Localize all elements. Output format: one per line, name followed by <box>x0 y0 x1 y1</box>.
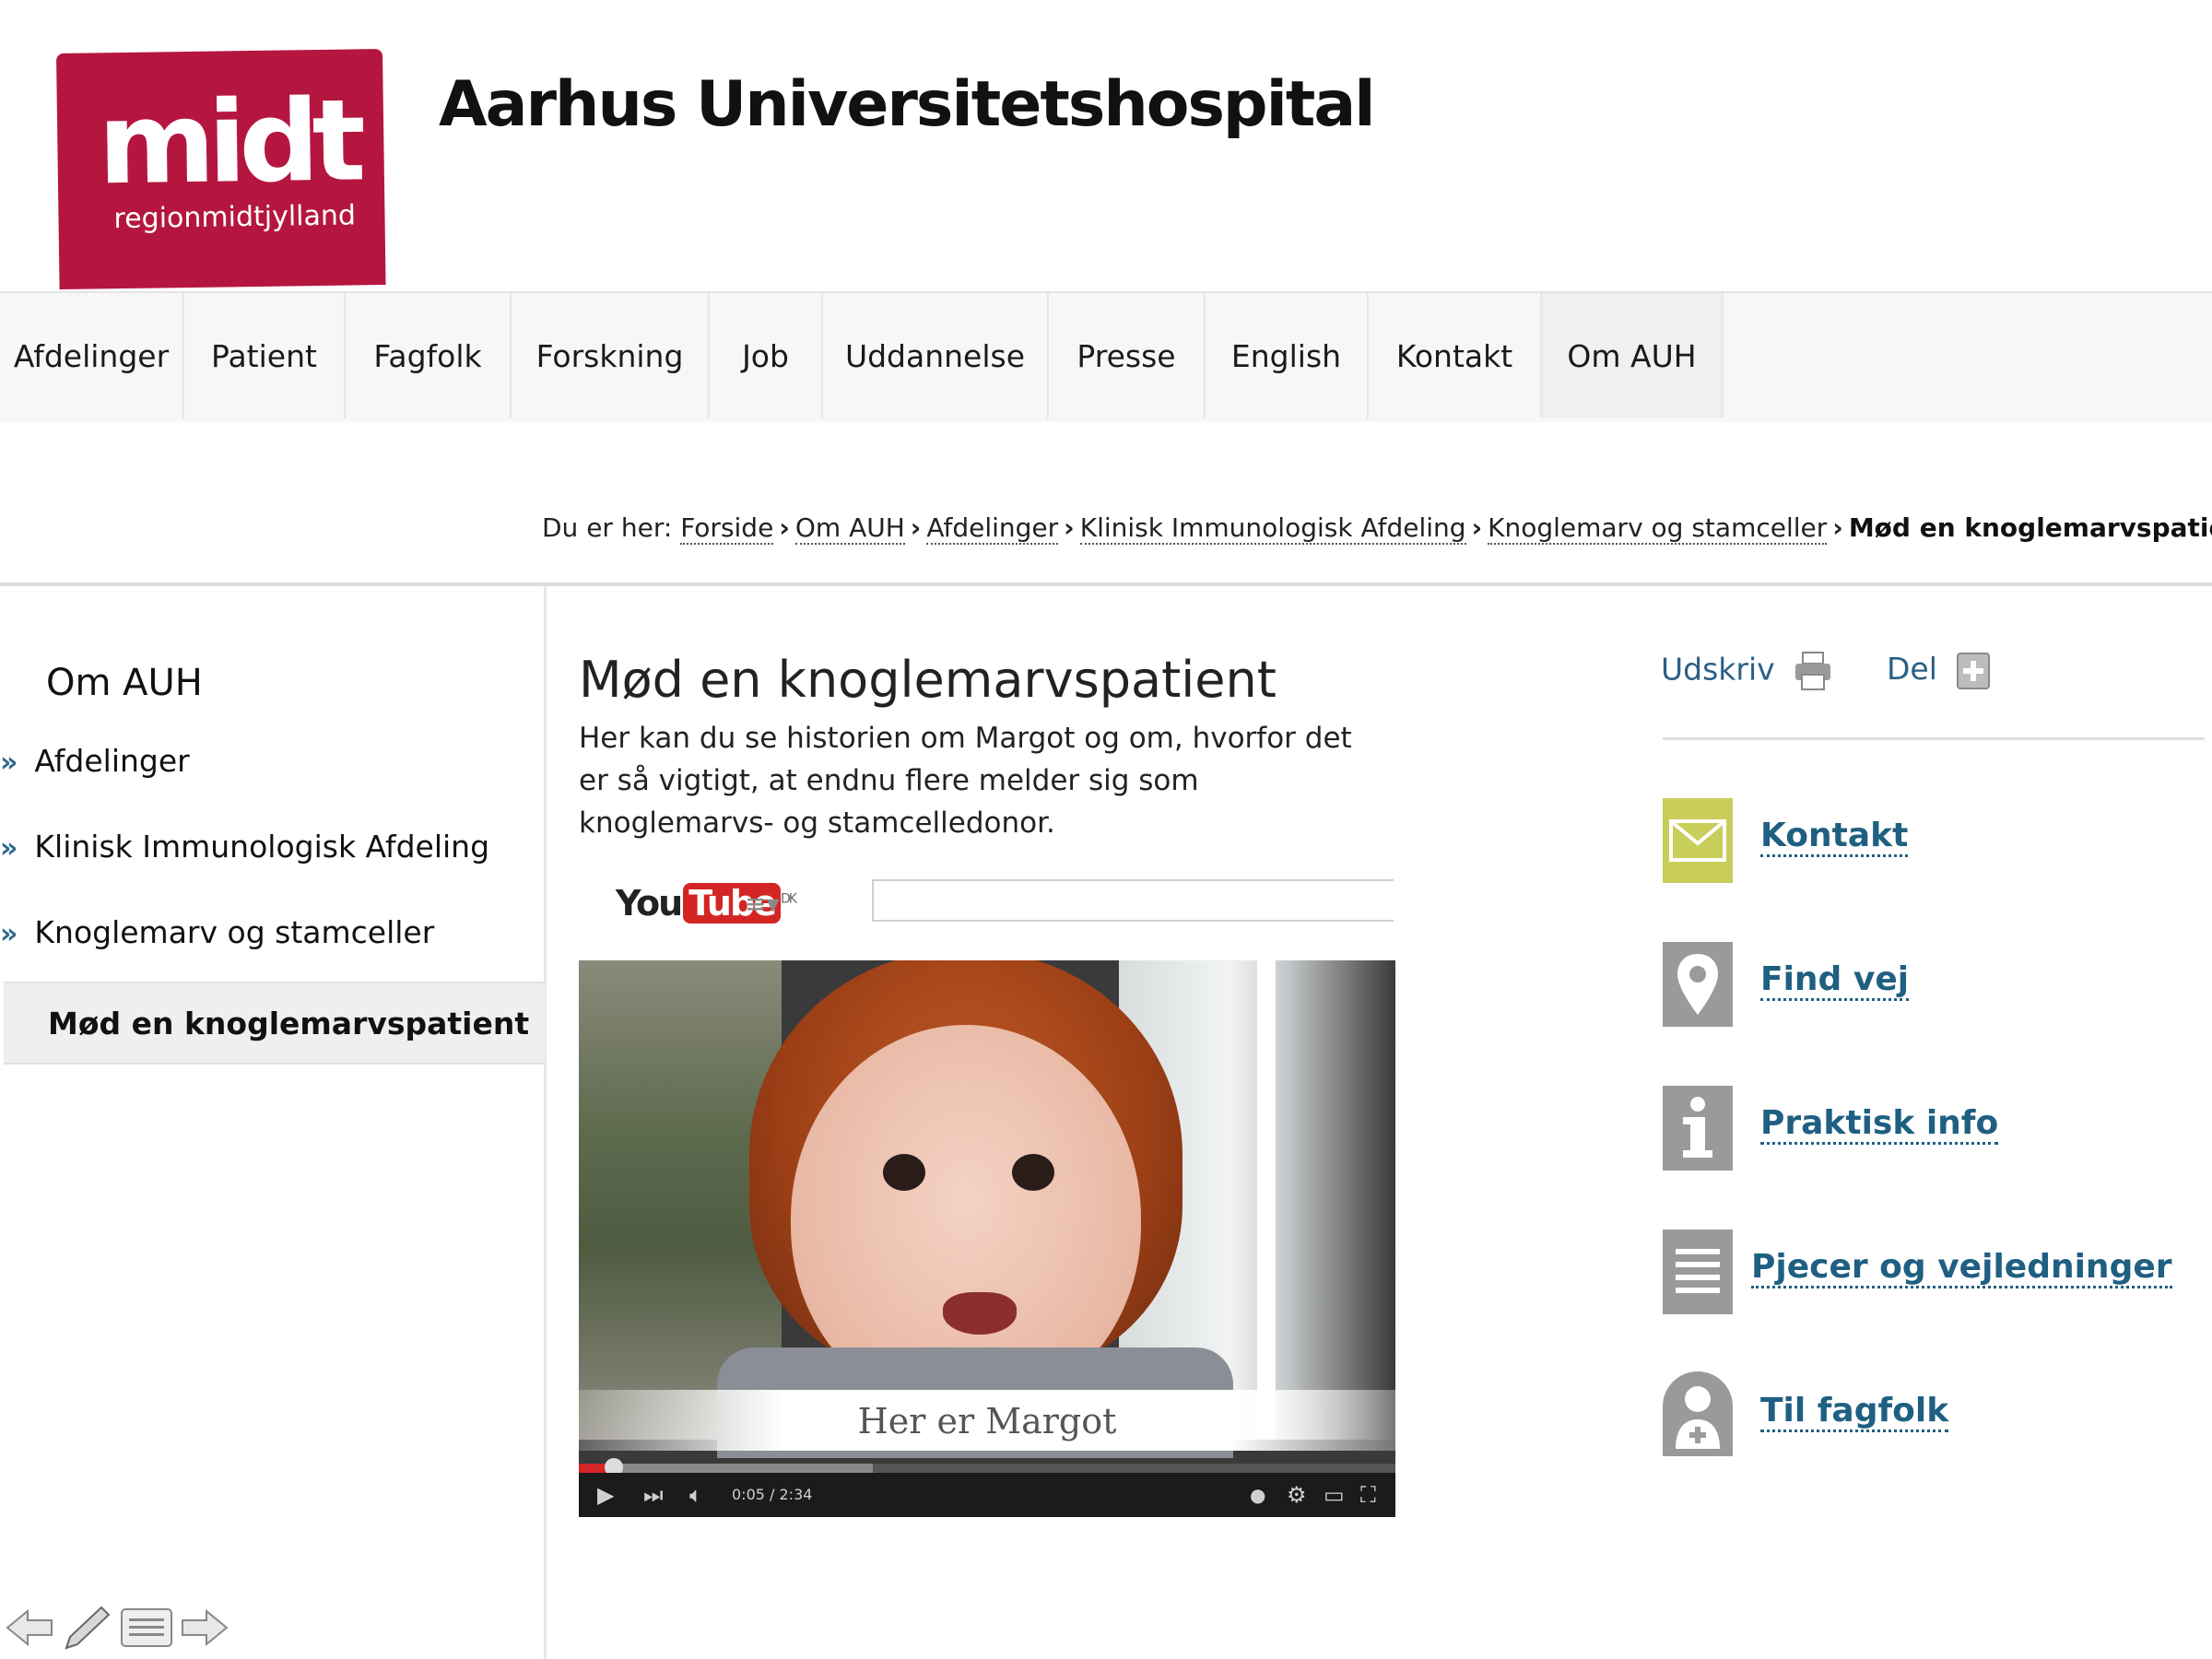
video-frame-mouth <box>943 1292 1017 1335</box>
nav-item-patient[interactable]: Patient <box>184 293 346 418</box>
video-controls: ▶ ⏭ 🔈︎ 0:05 / 2:34 ● ⚙ ▭ ⛶ <box>579 1473 1395 1517</box>
double-chevron-icon: » <box>0 918 18 950</box>
print-link[interactable]: Udskriv <box>1661 651 1832 691</box>
side-link-pjecer[interactable]: Pjecer og vejledninger <box>1751 1248 2172 1288</box>
side-link-til-fagfolk[interactable]: Til fagfolk <box>1760 1392 1949 1432</box>
map-pin-icon[interactable] <box>1663 942 1733 1027</box>
pen-icon[interactable] <box>61 1604 112 1652</box>
plus-box-icon <box>1957 652 1991 689</box>
print-label: Udskriv <box>1661 651 1775 688</box>
subnav-item-afdelinger[interactable]: » Afdelinger <box>0 743 190 779</box>
breadcrumb-link-om-auh[interactable]: Om AUH <box>794 512 905 545</box>
region-logo[interactable]: midt regionmidtjylland <box>56 49 386 289</box>
video-time: 0:05 / 2:34 <box>732 1486 813 1503</box>
breadcrumb-link-afdelinger[interactable]: Afdelinger <box>926 512 1059 545</box>
subnav-item-knoglemarv[interactable]: » Knoglemarv og stamceller <box>0 914 434 950</box>
nav-item-afdelinger[interactable]: Afdelinger <box>0 293 184 418</box>
breadcrumb: Du er her: Forside › Om AUH › Afdelinger › Kli… <box>542 512 2212 545</box>
main-navigation: Afdelinger Patient Fagfolk Forskning Job… <box>0 291 2212 422</box>
subnav-item-label: Klinisk Immunologisk Afdeling <box>34 829 490 865</box>
breadcrumb-separator-icon: › <box>1064 512 1075 543</box>
page-title: Mød en knoglemarvspatient <box>579 651 1277 709</box>
breadcrumb-link-knoglemarv[interactable]: Knoglemarv og stamceller <box>1488 512 1828 545</box>
subnav-item-klinisk-immunologisk[interactable]: » Klinisk Immunologisk Afdeling <box>0 829 489 865</box>
printer-icon <box>1795 652 1831 690</box>
nav-item-uddannelse[interactable]: Uddannelse <box>823 293 1049 418</box>
video-player[interactable]: Her er Margot ▶ ⏭ 🔈︎ 0:05 / 2:34 ● ⚙ ▭ ⛶ <box>579 960 1395 1517</box>
side-link-label: Find vej <box>1760 960 1910 1001</box>
video-frame-eye <box>883 1154 925 1191</box>
share-link[interactable]: Del <box>1887 651 1991 690</box>
subnav-item-label: Afdelinger <box>34 743 190 779</box>
subnav-item-label: Knoglemarv og stamceller <box>34 914 435 950</box>
document-icon[interactable] <box>1663 1230 1733 1314</box>
breadcrumb-separator-icon: › <box>910 512 922 543</box>
theater-mode-icon[interactable]: ▭ <box>1324 1480 1345 1510</box>
share-label: Del <box>1887 651 1937 687</box>
subnav-title: Om AUH <box>46 662 203 704</box>
volume-icon[interactable]: 🔈︎ <box>689 1480 702 1510</box>
breadcrumb-separator-icon: › <box>779 512 790 543</box>
site-title[interactable]: Aarhus Universitetshospital <box>439 74 1376 136</box>
youtube-search-input[interactable] <box>872 879 1394 922</box>
side-link-praktisk-info[interactable]: Praktisk info <box>1760 1104 1999 1145</box>
video-caption: Her er Margot <box>857 1401 1117 1441</box>
side-link-kontakt[interactable]: Kontakt <box>1760 817 1909 857</box>
nav-item-om-auh[interactable]: Om AUH <box>1542 293 1724 418</box>
doctor-icon[interactable] <box>1663 1371 1733 1456</box>
youtube-logo-you: You <box>616 883 683 924</box>
logo-subtitle: regionmidtjylland <box>113 199 357 236</box>
nav-item-job[interactable]: Job <box>710 293 823 418</box>
envelope-icon[interactable] <box>1663 798 1733 883</box>
double-chevron-icon: » <box>0 747 18 779</box>
fullscreen-icon[interactable]: ⛶ <box>1360 1480 1376 1510</box>
info-icon[interactable] <box>1663 1086 1733 1171</box>
nav-item-fagfolk[interactable]: Fagfolk <box>346 293 512 418</box>
bottom-toolbar <box>6 1604 229 1652</box>
nav-item-forskning[interactable]: Forskning <box>512 293 710 418</box>
side-link-label: Kontakt <box>1760 817 1909 857</box>
breadcrumb-separator-icon: › <box>1471 512 1483 543</box>
next-icon[interactable]: ⏭ <box>643 1480 664 1510</box>
right-column-divider <box>1663 737 2205 740</box>
nav-item-presse[interactable]: Presse <box>1049 293 1206 418</box>
subnav-item-label: Mød en knoglemarvspatient <box>48 1006 530 1041</box>
menu-list-icon[interactable] <box>120 1607 173 1648</box>
subnav-divider <box>544 586 547 1659</box>
play-icon[interactable]: ▶ <box>597 1480 614 1510</box>
breadcrumb-link-klinisk-immunologisk[interactable]: Klinisk Immunologisk Afdeling <box>1079 512 1466 545</box>
annotations-icon[interactable]: ● <box>1250 1480 1265 1510</box>
arrow-left-icon[interactable] <box>6 1607 53 1648</box>
subnav-item-active[interactable]: Mød en knoglemarvspatient <box>4 982 546 1065</box>
settings-gear-icon[interactable]: ⚙ <box>1287 1480 1307 1510</box>
breadcrumb-separator-icon: › <box>1832 512 1843 543</box>
youtube-menu-icon[interactable]: ≡▾ <box>745 888 780 919</box>
youtube-region: DK <box>780 891 797 907</box>
breadcrumb-prefix: Du er her: <box>542 512 673 543</box>
intro-text: Her kan du se historien om Margot og om,… <box>579 722 1352 840</box>
video-progress-bar[interactable] <box>579 1458 1395 1477</box>
double-chevron-icon: » <box>0 832 18 865</box>
logo-word: midt <box>97 75 359 210</box>
video-frame-eye <box>1012 1154 1054 1191</box>
nav-item-kontakt[interactable]: Kontakt <box>1369 293 1542 418</box>
breadcrumb-link-forside[interactable]: Forside <box>680 512 774 545</box>
side-link-find-vej[interactable]: Find vej <box>1760 960 1910 1001</box>
arrow-right-icon[interactable] <box>181 1607 229 1648</box>
side-link-label: Til fagfolk <box>1760 1392 1949 1432</box>
breadcrumb-current: Mød en knoglemarvspatient <box>1848 512 2212 543</box>
video-frame-detail <box>1257 960 1276 1440</box>
nav-item-english[interactable]: English <box>1206 293 1369 418</box>
breadcrumb-divider <box>0 582 2212 586</box>
side-link-label: Praktisk info <box>1760 1104 1999 1145</box>
side-link-label: Pjecer og vejledninger <box>1751 1248 2172 1288</box>
